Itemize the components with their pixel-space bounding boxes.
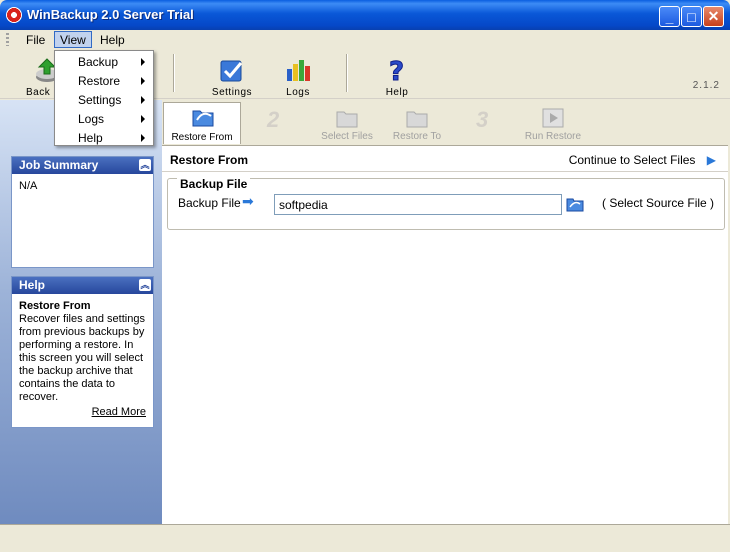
close-button[interactable]: ✕ — [703, 6, 724, 27]
section-title: Restore From — [170, 153, 249, 167]
folder-icon — [406, 111, 428, 128]
group-title: Backup File — [177, 177, 251, 191]
wizard-steps: Restore From 2 Select Files Restore To 3… — [162, 100, 728, 145]
folder-icon — [192, 110, 214, 127]
help-text: Recover files and settings from previous… — [19, 313, 145, 403]
view-menu-item-help[interactable]: Help — [56, 128, 152, 147]
wizard-step-restore-from[interactable]: Restore From — [163, 102, 241, 144]
logs-icon — [287, 60, 310, 81]
select-source-file-link[interactable]: ( Select Source File ) — [602, 196, 714, 210]
collapse-icon[interactable]: ︽ — [139, 159, 151, 171]
view-menu-item-restore[interactable]: Restore — [56, 71, 152, 90]
job-summary-title: Job Summary — [19, 158, 99, 172]
section-header: Restore From Continue to Select Files ▶ — [162, 145, 728, 172]
help-panel: Help ︽ Restore From Recover files and se… — [11, 276, 154, 428]
job-summary-content: N/A — [19, 180, 38, 192]
help-icon: ? — [389, 57, 405, 85]
backup-file-label: Backup File — [178, 196, 241, 210]
menu-item-label: Help — [78, 131, 103, 145]
toolbar-separator — [173, 54, 175, 92]
toolbar-logs-label: Logs — [286, 87, 310, 98]
toolbar-backup-button[interactable]: Back — [10, 53, 58, 98]
view-menu-item-backup[interactable]: Backup — [56, 52, 152, 71]
wizard-step-label: Restore From — [171, 132, 233, 143]
menu-help[interactable]: Help — [94, 31, 131, 48]
job-summary-header[interactable]: Job Summary ︽ — [12, 157, 153, 174]
submenu-arrow-icon — [141, 96, 145, 104]
toolbar-help-button[interactable]: ? Help — [366, 53, 428, 99]
toolbar-help-label: Help — [385, 87, 409, 98]
wizard-step-label: Select Files — [321, 131, 373, 142]
folder-icon — [336, 111, 358, 128]
menu-bar: File View Help — [0, 30, 730, 49]
submenu-arrow-icon — [141, 134, 145, 142]
menu-grip-icon — [6, 33, 9, 46]
toolbar-separator — [346, 54, 348, 92]
backup-file-group: Backup File Backup File ➡ ( Select Sourc… — [167, 177, 725, 230]
menu-item-label: Logs — [78, 112, 105, 126]
window-title: WinBackup 2.0 Server Trial — [27, 7, 194, 22]
toolbar-settings-button[interactable]: Settings — [201, 53, 263, 98]
submenu-arrow-icon — [141, 115, 145, 123]
minimize-button[interactable]: _ — [659, 6, 680, 27]
menu-item-label: Settings — [78, 93, 122, 107]
job-summary-panel: Job Summary ︽ N/A — [11, 156, 154, 268]
browse-folder-icon[interactable] — [566, 195, 584, 213]
wizard-step-label: Restore To — [392, 131, 442, 142]
menu-item-label: Backup — [78, 55, 119, 69]
wizard-step-label: Run Restore — [524, 131, 582, 142]
view-menu-item-logs[interactable]: Logs — [56, 109, 152, 128]
toolbar-backup-label: Back — [26, 87, 51, 98]
wizard-step-number: 2 — [267, 107, 280, 132]
continue-label: Continue to Select Files — [568, 153, 696, 167]
wizard-step-run-restore[interactable]: Run Restore — [518, 102, 588, 144]
status-bar — [0, 524, 730, 552]
sidebar: Job Summary ︽ N/A Help ︽ Restore From Re… — [0, 100, 162, 524]
continue-link[interactable]: Continue to Select Files ▶ — [569, 153, 716, 167]
wizard-step-restore-to[interactable]: Restore To — [384, 102, 450, 144]
collapse-icon[interactable]: ︽ — [139, 279, 151, 291]
menu-view[interactable]: View — [54, 31, 92, 48]
version-label: 2.1.2 — [692, 80, 720, 91]
menu-file[interactable]: File — [20, 31, 51, 48]
svg-text:?: ? — [389, 57, 404, 84]
play-arrow-icon: ▶ — [706, 153, 716, 167]
app-icon — [6, 7, 22, 23]
main-content: Restore From 2 Select Files Restore To 3… — [162, 100, 728, 524]
wizard-step-select-files[interactable]: Select Files — [312, 102, 382, 144]
view-menu-item-settings[interactable]: Settings — [56, 90, 152, 109]
title-bar: WinBackup 2.0 Server Trial _ □ ✕ — [0, 0, 730, 30]
help-heading: Restore From — [19, 300, 91, 312]
help-header[interactable]: Help ︽ — [12, 277, 153, 294]
help-title: Help — [19, 278, 46, 292]
play-icon — [542, 108, 564, 128]
read-more-link[interactable]: Read More — [92, 406, 146, 418]
maximize-button[interactable]: □ — [681, 6, 702, 27]
toolbar-settings-label: Settings — [211, 87, 253, 98]
toolbar-logs-button[interactable]: Logs — [267, 53, 329, 98]
submenu-arrow-icon — [141, 77, 145, 85]
menu-item-label: Restore — [78, 74, 121, 88]
settings-icon — [220, 60, 243, 82]
view-menu-dropdown: Backup Restore Settings Logs Help — [54, 50, 154, 146]
arrow-right-icon: ➡ — [242, 193, 254, 209]
wizard-step-number: 3 — [476, 107, 489, 132]
backup-file-input[interactable] — [274, 194, 562, 215]
submenu-arrow-icon — [141, 58, 145, 66]
